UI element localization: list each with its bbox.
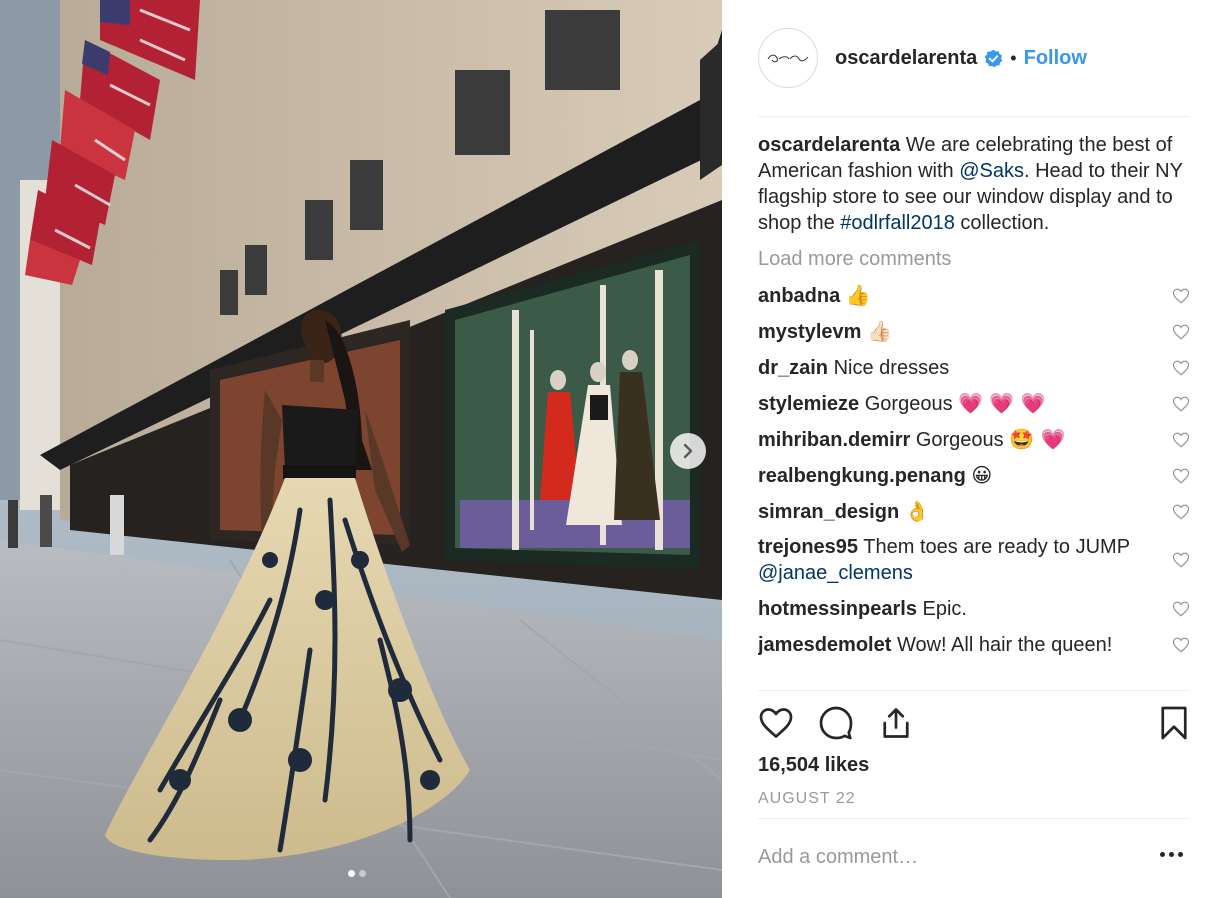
comment-username[interactable]: realbengkung.penang [758, 465, 966, 487]
separator-dot: • [1010, 47, 1017, 68]
comment-username[interactable]: simran_design [758, 501, 899, 523]
caption-hashtag-link[interactable]: #odlrfall2018 [840, 212, 955, 234]
post-header: oscardelarenta • Follow [758, 26, 1190, 90]
comment-emoji: 😀 [971, 463, 993, 487]
header-divider [758, 116, 1190, 117]
post-side-panel: oscardelarenta • Follow oscardelarenta W… [722, 0, 1226, 898]
follow-button[interactable]: Follow [1024, 47, 1087, 70]
comment-mention-link[interactable]: @janae_clemens [758, 562, 913, 584]
add-comment-input[interactable] [758, 846, 1138, 869]
comment-icon[interactable] [818, 705, 854, 741]
more-icon [1169, 852, 1174, 857]
post-username[interactable]: oscardelarenta [835, 47, 977, 70]
comment-username[interactable]: trejones95 [758, 536, 858, 558]
comment-username[interactable]: hotmessinpearls [758, 598, 917, 620]
comment-item: dr_zain Nice dresses [758, 354, 1190, 381]
verified-badge-icon [985, 49, 1003, 67]
comments-list[interactable]: oscardelarenta We are celebrating the be… [758, 132, 1190, 689]
caption-username[interactable]: oscardelarenta [758, 134, 900, 156]
caption-text: collection. [954, 212, 1050, 234]
comment-text: Wow! All hair the queen! [896, 634, 1113, 656]
comment-username[interactable]: mihriban.demirr [758, 429, 910, 451]
more-icon [1178, 852, 1183, 857]
comment-emoji: 👍 [845, 283, 871, 307]
brand-logo-icon [767, 54, 809, 63]
comment-text: Them toes are ready to JUMP [863, 536, 1130, 558]
carousel-indicator [348, 870, 366, 877]
comment-emoji: 👍🏻 [866, 319, 892, 343]
comment-item: jamesdemolet Wow! All hair the queen! [758, 631, 1190, 658]
bookmark-icon[interactable] [1156, 705, 1192, 741]
comment-like-heart-icon[interactable] [1172, 395, 1190, 413]
comment-item: realbengkung.penang 😀 [758, 462, 1190, 489]
comment-like-heart-icon[interactable] [1172, 431, 1190, 449]
more-options-button[interactable] [1160, 852, 1183, 857]
post-caption: oscardelarenta We are celebrating the be… [758, 132, 1190, 236]
post-date[interactable]: AUGUST 22 [758, 790, 856, 808]
load-more-comments-button[interactable]: Load more comments [758, 246, 1190, 272]
comment-like-heart-icon[interactable] [1172, 467, 1190, 485]
comment-item: mystylevm 👍🏻 [758, 318, 1190, 345]
comment-like-heart-icon[interactable] [1172, 359, 1190, 377]
avatar[interactable] [758, 28, 818, 88]
comment-item: stylemieze Gorgeous 💗 💗 💗 [758, 390, 1190, 417]
comment-item: anbadna 👍 [758, 282, 1190, 309]
comment-item: simran_design 👌 [758, 498, 1190, 525]
chevron-right-icon [683, 443, 693, 459]
comment-username[interactable]: dr_zain [758, 357, 828, 379]
share-icon[interactable] [878, 705, 914, 741]
comment-item: hotmessinpearls Epic. [758, 595, 1190, 622]
comment-text: Gorgeous [915, 429, 1004, 451]
comment-text: Epic. [922, 598, 967, 620]
post-photo[interactable] [0, 0, 722, 898]
comment-like-heart-icon[interactable] [1172, 323, 1190, 341]
comment-like-heart-icon[interactable] [1172, 503, 1190, 521]
photo-scene [0, 0, 722, 898]
likes-count[interactable]: 16,504 likes [758, 754, 869, 777]
heart-icon[interactable] [758, 705, 794, 741]
comment-username[interactable]: anbadna [758, 285, 840, 307]
carousel-dot [359, 870, 366, 877]
footer-divider [758, 818, 1190, 819]
comment-like-heart-icon[interactable] [1172, 600, 1190, 618]
comment-username[interactable]: jamesdemolet [758, 634, 891, 656]
caption-mention-link[interactable]: @Saks [959, 160, 1024, 182]
comment-username[interactable]: stylemieze [758, 393, 859, 415]
more-icon [1160, 852, 1165, 857]
comment-item: trejones95 Them toes are ready to JUMP @… [758, 534, 1190, 586]
comment-like-heart-icon[interactable] [1172, 551, 1190, 569]
comment-like-heart-icon[interactable] [1172, 636, 1190, 654]
comments-divider [758, 690, 1190, 691]
carousel-next-button[interactable] [670, 433, 706, 469]
comment-username[interactable]: mystylevm [758, 321, 861, 343]
comment-text: Nice dresses [833, 357, 950, 379]
comment-item: mihriban.demirr Gorgeous 🤩 💗 [758, 426, 1190, 453]
comment-emoji: 👌 [904, 499, 930, 523]
carousel-dot-active [348, 870, 355, 877]
comment-text: Gorgeous [864, 393, 953, 415]
comment-like-heart-icon[interactable] [1172, 287, 1190, 305]
comment-emoji: 💗 💗 💗 [958, 391, 1046, 415]
comment-emoji: 🤩 💗 [1009, 427, 1066, 451]
action-bar [758, 703, 1190, 747]
